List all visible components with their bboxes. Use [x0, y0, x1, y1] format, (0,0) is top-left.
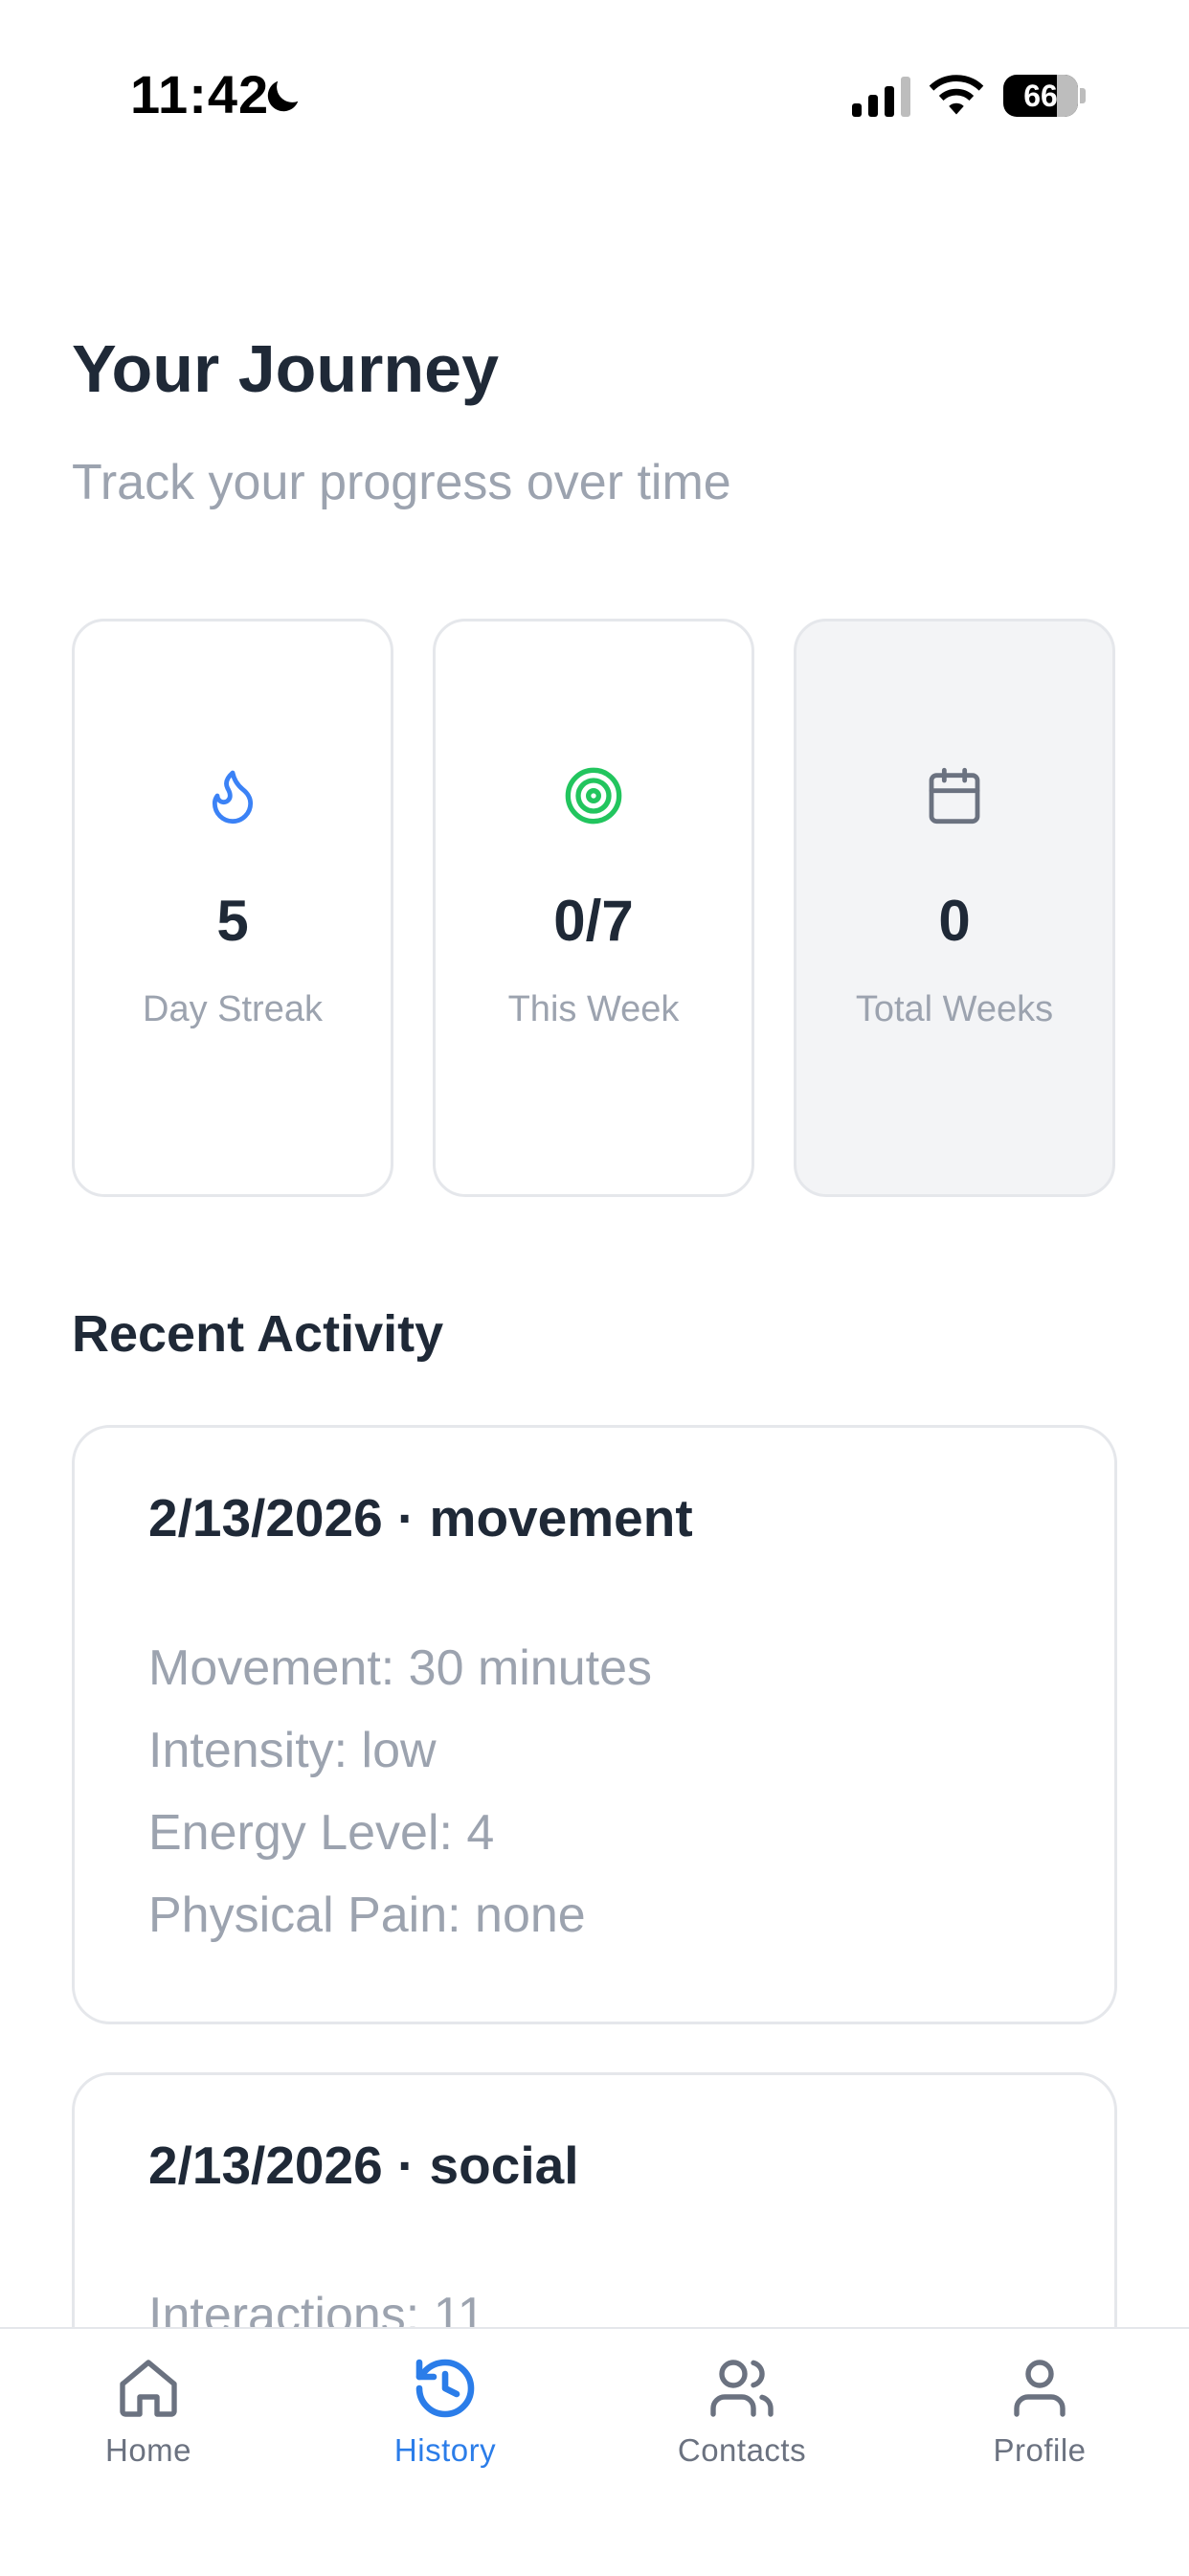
activity-detail-line: Intensity: low: [148, 1723, 437, 1778]
target-icon: [565, 767, 622, 825]
activity-card-details: Movement: 30 minutes Intensity: low Ener…: [148, 1627, 652, 1956]
status-time: 11:42: [130, 64, 270, 124]
activity-card-movement[interactable]: 2/13/2026 · movement Movement: 30 minute…: [72, 1425, 1117, 2024]
stat-label-total-weeks: Total Weeks: [855, 989, 1054, 1029]
stat-label-this-week: This Week: [507, 989, 680, 1029]
recent-activity-title: Recent Activity: [72, 1305, 444, 1363]
activity-card-title: 2/13/2026 · movement: [148, 1488, 693, 1548]
calendar-icon: [929, 767, 980, 825]
moon-icon: [267, 80, 299, 112]
stat-card-day-streak: 5 Day Streak: [72, 619, 393, 1197]
activity-detail-line: Energy Level: 4: [148, 1805, 495, 1861]
battery-percent: 66: [1023, 79, 1058, 113]
tab-home[interactable]: Home: [34, 2329, 263, 2520]
history-icon: [415, 2359, 475, 2418]
home-icon: [120, 2360, 177, 2417]
contacts-icon: [710, 2360, 774, 2417]
tab-label-home: Home: [104, 2432, 192, 2468]
stat-value-day-streak: 5: [216, 889, 249, 953]
page-subtitle: Track your progress over time: [72, 455, 731, 510]
tab-label-contacts: Contacts: [677, 2432, 807, 2468]
activity-card-title: 2/13/2026 · social: [148, 2135, 579, 2195]
wifi-icon: [929, 75, 984, 115]
tab-contacts[interactable]: Contacts: [627, 2329, 857, 2520]
page-title: Your Journey: [72, 331, 500, 406]
stat-label-day-streak: Day Streak: [143, 989, 323, 1029]
status-bar: 11:42 66: [0, 0, 1189, 192]
signal-icon: [852, 77, 910, 117]
stat-card-total-weeks: 0 Total Weeks: [794, 619, 1115, 1197]
tab-bar: Home History Contacts Profile: [0, 2327, 1189, 2576]
profile-icon: [1014, 2360, 1066, 2417]
activity-detail-line: Physical Pain: none: [148, 1887, 586, 1943]
tab-label-profile: Profile: [993, 2432, 1087, 2468]
activity-detail-line: Movement: 30 minutes: [148, 1640, 653, 1696]
stat-value-total-weeks: 0: [938, 889, 971, 953]
tab-profile[interactable]: Profile: [925, 2329, 1155, 2520]
tab-history[interactable]: History: [330, 2329, 560, 2520]
battery-icon: 66: [1003, 75, 1086, 117]
tab-label-history: History: [393, 2432, 497, 2468]
stat-value-this-week: 0/7: [553, 889, 634, 953]
flame-icon: [212, 770, 254, 824]
stat-card-this-week: 0/7 This Week: [433, 619, 754, 1197]
